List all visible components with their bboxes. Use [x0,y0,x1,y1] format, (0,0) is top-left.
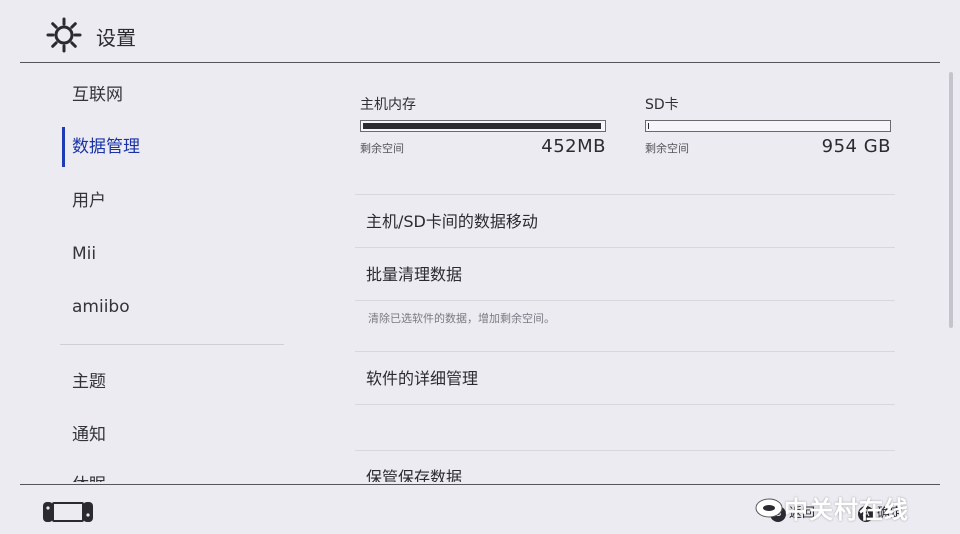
divider [355,450,895,451]
sidebar-item-sleep[interactable]: 休眠 [72,470,106,482]
page-title: 设置 [96,26,136,50]
system-storage-bar [360,120,606,132]
watermark-logo-icon [755,498,783,517]
sidebar-item-data-management[interactable]: 数据管理 [72,132,140,162]
scrollbar[interactable] [949,72,953,328]
header-divider [20,62,940,63]
system-free-label: 剩余空间 [360,142,404,155]
divider [355,247,895,248]
system-storage-label: 主机内存 [360,97,416,113]
content-panel: 主机内存 剩余空间 452MB SD卡 剩余空间 954 GB 主机/SD卡间的… [300,64,940,482]
gear-icon [46,17,82,53]
divider [355,194,895,195]
sidebar-item-notifications[interactable]: 通知 [72,420,106,450]
sd-storage-bar [645,120,891,132]
divider [355,404,895,405]
footer-divider [20,484,940,485]
bulk-clean-button[interactable]: 批量清理数据 [366,262,462,288]
watermark: 中关村在线 [754,490,909,525]
software-manage-button[interactable]: 软件的详细管理 [366,366,478,392]
sidebar-item-mii[interactable]: Mii [72,239,96,269]
sidebar: 互联网 数据管理 用户 Mii amiibo 主题 通知 休眠 [0,64,300,482]
sidebar-item-users[interactable]: 用户 [72,186,106,216]
watermark-text: 中关村在线 [784,496,909,524]
move-data-button[interactable]: 主机/SD卡间的数据移动 [366,209,538,235]
sd-free-label: 剩余空间 [645,142,689,155]
sidebar-divider [60,344,284,345]
console-controller-icon [43,502,93,522]
sidebar-item-theme[interactable]: 主题 [72,367,106,397]
sd-storage: SD卡 剩余空间 954 GB [645,94,891,157]
sd-storage-bar-fill [648,123,649,129]
sidebar-selection-marker [62,127,65,167]
system-storage: 主机内存 剩余空间 452MB [360,94,606,157]
sidebar-item-internet[interactable]: 互联网 [72,80,123,110]
header: 设置 [0,0,960,64]
sidebar-item-amiibo[interactable]: amiibo [72,292,130,322]
save-data-button[interactable]: 保管保存数据 [366,465,462,482]
sd-storage-label: SD卡 [645,97,679,113]
system-storage-bar-fill [363,123,601,129]
sd-free-value: 954 GB [821,136,891,157]
divider [355,300,895,301]
divider [355,351,895,352]
system-free-value: 452MB [541,136,606,157]
bulk-clean-description: 清除已选软件的数据，增加剩余空间。 [368,312,555,325]
